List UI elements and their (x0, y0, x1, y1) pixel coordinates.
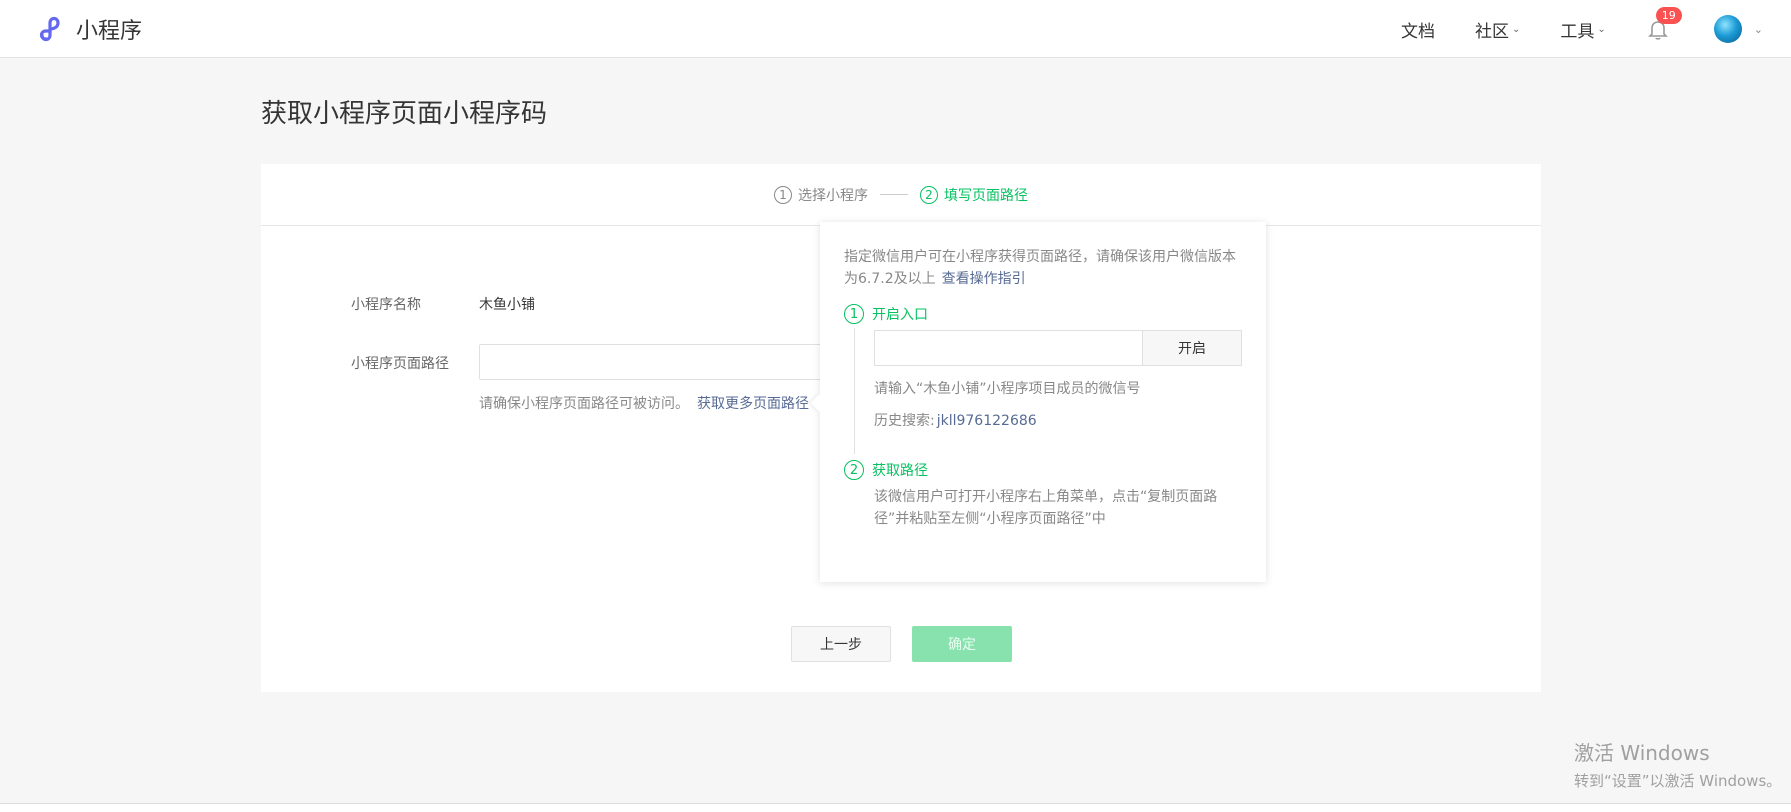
popover-step-head: 2 获取路径 (844, 460, 1242, 480)
avatar (1713, 15, 1742, 43)
popover-step-title: 获取路径 (872, 463, 928, 479)
top-bar: 小程序 文档 社区 ⌄ 工具 ⌄ 19 ⌄ (0, 0, 1791, 58)
logo-text: 小程序 (76, 19, 143, 44)
popover-step-get-path: 2 获取路径 该微信用户可打开小程序右上角菜单，点击“复制页面路径”并粘贴至左侧… (844, 460, 1242, 530)
watermark-title: 激活 Windows (1574, 741, 1710, 765)
chevron-down-icon: ⌄ (1512, 23, 1521, 35)
path-guide-popover: 指定微信用户可在小程序获得页面路径，请确保该用户微信版本为6.7.2及以上 查看操… (810, 222, 1266, 582)
step-label: 填写页面路径 (944, 187, 1028, 204)
chevron-down-icon: ⌄ (1753, 22, 1763, 36)
step-number: 1 (844, 304, 864, 324)
browser-status-bar (0, 803, 1791, 812)
watermark-subtitle: 转到“设置”以激活 Windows。 (1574, 772, 1782, 790)
nav-docs[interactable]: 文档 (1401, 17, 1435, 42)
nav-tools[interactable]: 工具 ⌄ (1560, 17, 1605, 42)
popover-step-head: 1 开启入口 (844, 304, 1242, 324)
history-item-link[interactable]: jkll976122686 (937, 413, 1037, 429)
page-path-hint-text: 请确保小程序页面路径可被访问。 (479, 396, 689, 412)
step-number: 2 (844, 460, 864, 480)
step-label: 选择小程序 (798, 187, 868, 204)
popover-step-open-entry: 1 开启入口 开启 请输入“木鱼小铺”小程序项目成员的微信号 历史搜索: jkll… (844, 304, 1242, 454)
wechat-id-hint: 请输入“木鱼小铺”小程序项目成员的微信号 (874, 381, 1141, 397)
page-path-input[interactable] (479, 344, 859, 380)
step-select-miniprogram: 1 选择小程序 (774, 185, 868, 205)
wechat-id-input[interactable] (874, 330, 1142, 366)
prev-step-button[interactable]: 上一步 (791, 626, 891, 662)
miniprogram-name-label: 小程序名称 (351, 297, 421, 313)
popover-step-title: 开启入口 (872, 307, 928, 323)
get-more-paths-link[interactable]: 获取更多页面路径 (697, 396, 809, 412)
step-number: 2 (920, 185, 938, 204)
popover-description-text: 指定微信用户可在小程序获得页面路径，请确保该用户微信版本为6.7.2及以上 (844, 249, 1236, 287)
step-divider (880, 194, 908, 195)
nav-docs-label: 文档 (1401, 21, 1435, 42)
history-label: 历史搜索: (874, 413, 935, 429)
page-path-hint: 请确保小程序页面路径可被访问。 获取更多页面路径 (479, 393, 809, 413)
windows-activation-watermark: 激活 Windows 转到“设置”以激活 Windows。 (1574, 737, 1781, 791)
step-number: 1 (774, 185, 792, 204)
top-nav: 文档 社区 ⌄ 工具 ⌄ 19 ⌄ (1401, 0, 1791, 58)
notification-button[interactable]: 19 (1646, 7, 1682, 41)
popover-step-text: 该微信用户可打开小程序右上角菜单，点击“复制页面路径”并粘贴至左侧“小程序页面路… (874, 489, 1218, 527)
step-connector-line (854, 328, 855, 454)
logo[interactable]: 小程序 (36, 13, 142, 45)
nav-community-label: 社区 (1475, 21, 1509, 42)
page-title: 获取小程序页面小程序码 (261, 99, 548, 129)
confirm-button[interactable]: 确定 (912, 626, 1012, 662)
popover-description: 指定微信用户可在小程序获得页面路径，请确保该用户微信版本为6.7.2及以上 查看操… (844, 246, 1242, 290)
user-menu[interactable]: ⌄ (1713, 15, 1763, 43)
nav-community[interactable]: 社区 ⌄ (1475, 17, 1520, 42)
search-history: 历史搜索: jkll976122686 (874, 410, 1242, 430)
wechat-id-row: 开启 (874, 330, 1242, 366)
enable-button[interactable]: 开启 (1142, 330, 1242, 366)
nav-tools-label: 工具 (1560, 21, 1595, 42)
notification-badge: 19 (1655, 7, 1682, 24)
miniprogram-logo-icon (39, 16, 60, 42)
stepper: 1 选择小程序 2 填写页面路径 (261, 164, 1541, 226)
page-path-label: 小程序页面路径 (351, 356, 449, 372)
chevron-down-icon: ⌄ (1597, 23, 1606, 35)
operation-guide-link[interactable]: 查看操作指引 (942, 271, 1026, 287)
step-fill-path: 2 填写页面路径 (920, 185, 1028, 205)
popover-step-body: 开启 请输入“木鱼小铺”小程序项目成员的微信号 历史搜索: jkll9761226… (874, 330, 1242, 430)
miniprogram-name-value: 木鱼小铺 (479, 297, 535, 313)
